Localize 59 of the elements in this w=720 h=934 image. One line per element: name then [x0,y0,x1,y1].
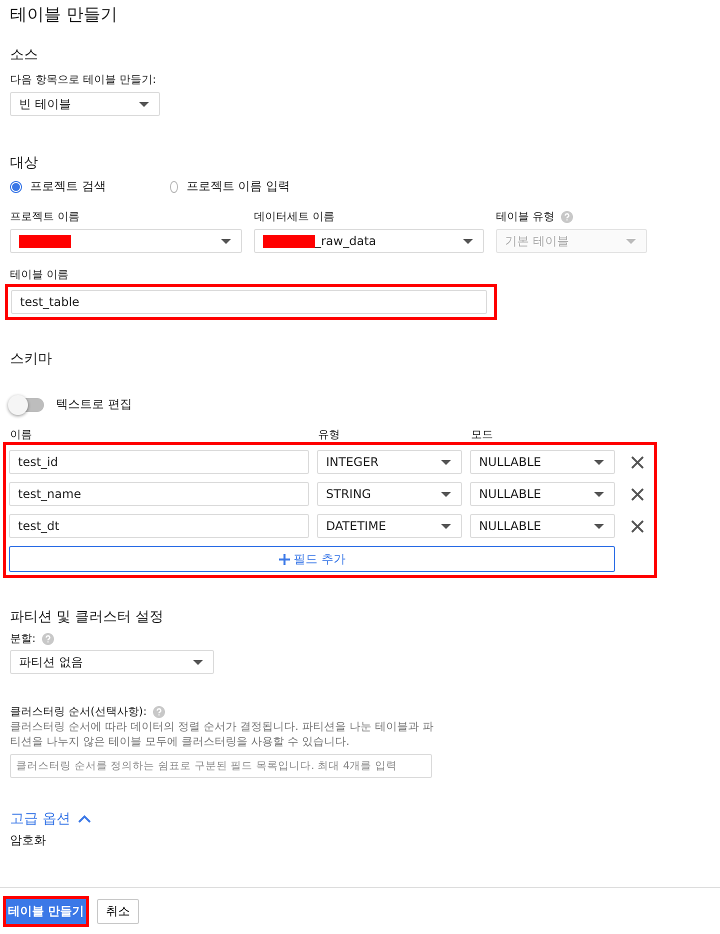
advanced-options-toggle[interactable]: 고급 옵션 [10,810,710,828]
field-type-select[interactable]: STRING [317,482,462,506]
help-icon [560,210,572,222]
close-icon[interactable] [631,520,644,532]
page-title: 테이블 만들기 [10,4,118,26]
dropdown-caret-icon [441,492,451,496]
dropdown-caret-icon [594,492,604,496]
field-type-select[interactable]: DATETIME [317,514,462,538]
field-label: 다음 항목으로 테이블 만들기: [10,72,158,87]
dropdown-caret-icon [441,460,451,464]
close-icon[interactable] [631,488,644,500]
cancel-button[interactable]: 취소 [97,898,140,924]
field-label: 분할: [10,631,36,646]
radio-option[interactable]: 프로젝트 검색 [10,178,130,195]
field-mode-select[interactable]: NULLABLE [470,514,615,538]
column-header: 유형 [318,427,341,442]
field-label: 테이블 이름 [10,267,70,282]
plus-icon [278,554,290,564]
section-heading: 스키마 [10,350,53,368]
add-field-button[interactable]: 필드 추가 [9,546,615,572]
dropdown-caret-icon [626,238,636,244]
section-heading: 파티션 및 클러스터 설정 [10,608,164,626]
partition-select[interactable]: 파티션 없음 [10,650,214,674]
section-heading: 대상 [10,154,39,172]
field-label: 프로젝트 이름 [10,209,80,224]
source-select[interactable]: 빈 테이블 [10,92,160,116]
project-select[interactable] [10,229,242,253]
help-text: 클러스터링 순서에 따라 데이터의 정렬 순서가 결정됩니다. 파티션을 나눈 테이블과 파티션을 나누지 않은 테이블 모두에 클러스터링을 사용할 수 있습니다. [10,719,434,749]
table-name-field[interactable]: test_table [11,290,487,314]
dropdown-caret-icon [594,460,604,464]
help-icon [42,632,54,644]
dataset-select[interactable]: _raw_data [254,229,484,253]
field-label: 클러스터링 순서(선택사항): [10,704,147,719]
field-name-input[interactable]: test_dt [9,514,309,538]
close-icon[interactable] [631,456,644,468]
toggle-switch[interactable] [10,398,44,412]
field-mode-select[interactable]: NULLABLE [470,450,615,474]
field-mode-select[interactable]: NULLABLE [470,482,615,506]
column-header: 이름 [10,427,33,442]
field-label: 테이블 유형 [496,209,554,224]
field-type-select[interactable]: INTEGER [317,450,462,474]
dropdown-caret-icon [221,238,231,244]
toggle-label: 텍스트로 편집 [56,396,132,413]
dropdown-caret-icon [594,524,604,528]
section-heading: 소스 [10,46,39,64]
field-name-input[interactable]: test_id [9,450,309,474]
field-label: 데이터세트 이름 [254,209,336,224]
radio-option[interactable]: 프로젝트 이름 입력 [170,178,290,195]
dropdown-caret-icon [441,524,451,528]
column-header: 모드 [471,427,494,442]
dropdown-caret-icon [463,238,473,244]
dropdown-caret-icon [139,102,149,106]
field-name-input[interactable]: test_name [9,482,309,506]
clustering-order-field[interactable]: 클러스터링 순서를 정의하는 쉼표로 구분된 필드 목록입니다. 최대 4개를 입력 [10,754,432,778]
help-icon [152,706,165,718]
select-value: _raw_data [315,234,376,248]
field-label: 암호화 [10,832,47,849]
create-table-button[interactable]: 테이블 만들기 [3,896,90,926]
dropdown-caret-icon [193,660,203,664]
